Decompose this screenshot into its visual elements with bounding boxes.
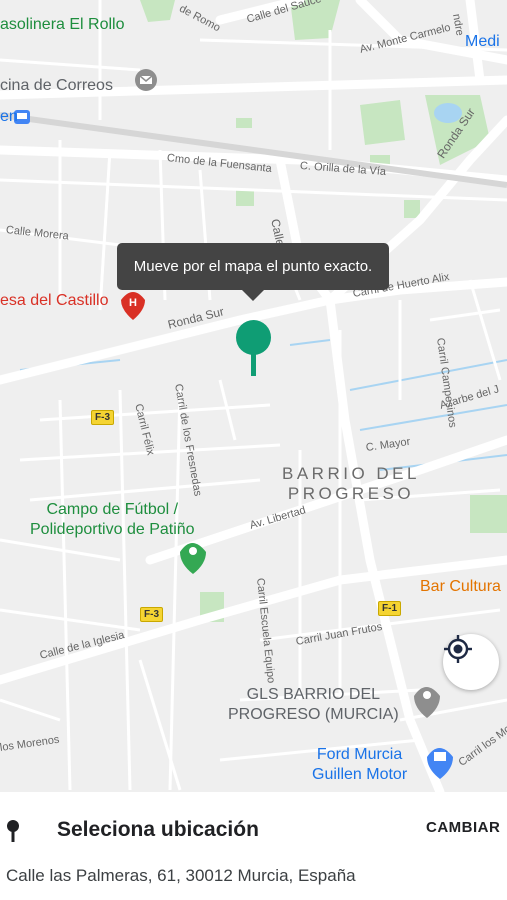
poi-campo-line2: Polideportivo de Patiño bbox=[30, 521, 195, 538]
poi-ford-line2: Guillen Motor bbox=[312, 766, 408, 783]
poi-gls-line2: PROGRESO (MURCIA) bbox=[228, 706, 399, 723]
district-line1: BARRIO DEL bbox=[282, 464, 420, 483]
my-location-button[interactable] bbox=[443, 634, 499, 690]
route-shield-f3-b: F-3 bbox=[140, 607, 163, 622]
poi-gls-line1: GLS BARRIO DEL bbox=[246, 686, 381, 703]
poi-renfe-label[interactable]: en bbox=[0, 108, 18, 126]
sheet-title: Seleciona ubicación bbox=[57, 818, 259, 841]
map-view[interactable]: H asolinera El Rollo cina de Correos esa… bbox=[0, 0, 507, 792]
poi-ford-label[interactable]: Ford Murcia Guillen Motor bbox=[312, 745, 407, 785]
svg-text:H: H bbox=[129, 297, 137, 309]
my-location-icon bbox=[444, 635, 472, 663]
location-marker-icon bbox=[7, 820, 19, 842]
poi-gls-label[interactable]: GLS BARRIO DEL PROGRESO (MURCIA) bbox=[228, 685, 399, 725]
poi-gasolinera-label[interactable]: asolinera El Rollo bbox=[0, 16, 125, 34]
district-label: BARRIO DEL PROGRESO bbox=[282, 464, 420, 504]
tooltip-arrow bbox=[241, 289, 265, 301]
map-canvas: H bbox=[0, 0, 507, 792]
district-line2: PROGRESO bbox=[287, 484, 415, 503]
poi-correos-label[interactable]: cina de Correos bbox=[0, 77, 113, 95]
poi-campo-line1: Campo de Fútbol / bbox=[46, 501, 179, 518]
poi-ford-line1: Ford Murcia bbox=[316, 746, 403, 763]
poi-bar-label[interactable]: Bar Cultura bbox=[420, 578, 501, 596]
change-location-button[interactable]: CAMBIAR bbox=[426, 819, 500, 836]
route-shield-f1: F-1 bbox=[378, 601, 401, 616]
selected-address: Calle las Palmeras, 61, 30012 Murcia, Es… bbox=[6, 866, 356, 885]
poi-medi-label[interactable]: Medi bbox=[465, 33, 500, 51]
map-pin-icon[interactable] bbox=[236, 320, 271, 355]
route-shield-f3-a: F-3 bbox=[91, 410, 114, 425]
instruction-tooltip: Mueve por el mapa el punto exacto. bbox=[117, 243, 389, 290]
poi-castillo-label[interactable]: esa del Castillo bbox=[0, 292, 109, 310]
poi-campo-label[interactable]: Campo de Fútbol / Polideportivo de Patiñ… bbox=[30, 500, 195, 540]
